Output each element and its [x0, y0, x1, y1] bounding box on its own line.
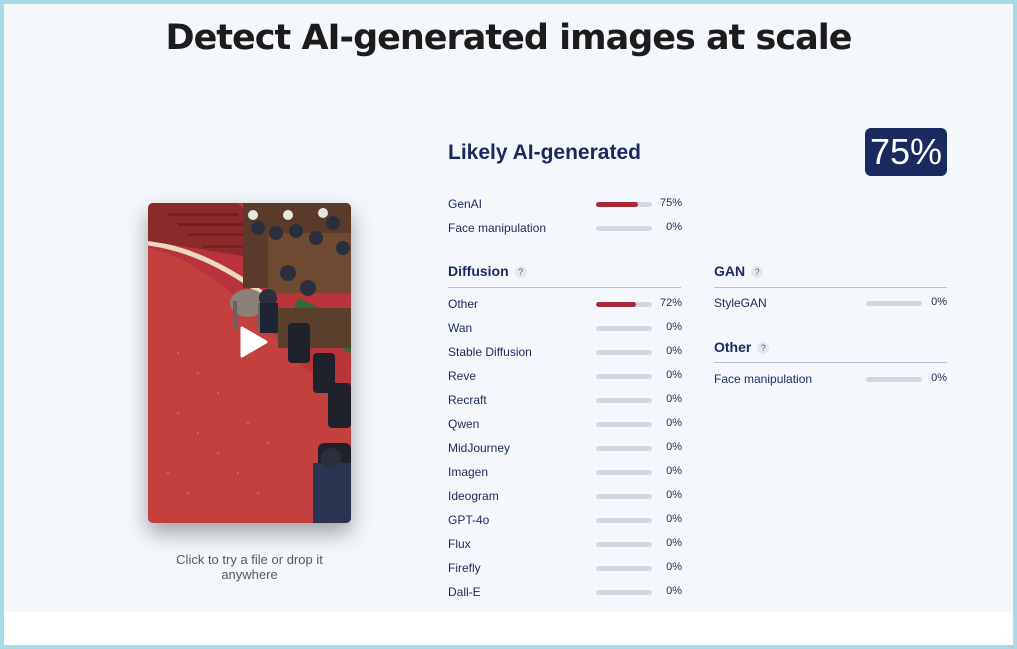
result-title: Likely AI-generated — [448, 141, 641, 164]
score-row: StyleGAN 0% — [714, 296, 947, 312]
score-bar — [866, 377, 922, 382]
score-label: GPT-4o — [448, 513, 490, 527]
score-percent: 0% — [666, 321, 682, 333]
score-bar-fill — [596, 302, 637, 307]
score-row: GenAI 75% — [448, 197, 682, 213]
score-label: StyleGAN — [714, 296, 767, 310]
score-percent: 0% — [666, 489, 682, 501]
score-bar — [866, 301, 922, 306]
score-label: Face manipulation — [448, 221, 547, 235]
diffusion-heading: Diffusion? — [448, 263, 527, 279]
uploaded-video-thumbnail[interactable] — [148, 203, 351, 523]
play-icon[interactable] — [236, 325, 270, 359]
score-label: GenAI — [448, 197, 483, 211]
score-label: Firefly — [448, 561, 481, 575]
score-percent: 0% — [666, 393, 682, 405]
page-headline: Detect AI-generated images at scale — [165, 18, 853, 58]
score-bar — [596, 326, 652, 331]
score-row: Ideogram 0% — [448, 489, 682, 505]
other-heading: Other? — [714, 339, 770, 355]
gan-divider — [714, 287, 947, 288]
score-label: Reve — [448, 369, 477, 383]
score-label: MidJourney — [448, 441, 511, 455]
score-percent: 0% — [666, 537, 682, 549]
score-label: Stable Diffusion — [448, 345, 532, 359]
gan-heading: GAN? — [714, 263, 764, 279]
score-percent: 0% — [666, 441, 682, 453]
score-bar-fill — [596, 202, 638, 207]
score-percent: 0% — [666, 221, 682, 233]
diffusion-title: Diffusion — [448, 263, 509, 279]
score-row: MidJourney 0% — [448, 441, 682, 457]
score-row: Qwen 0% — [448, 417, 682, 433]
score-label: Wan — [448, 321, 473, 335]
score-percent: 0% — [666, 345, 682, 357]
score-bar — [596, 302, 652, 307]
score-label: Face manipulation — [714, 372, 813, 386]
score-label: Other — [448, 297, 479, 311]
score-bar — [596, 226, 652, 231]
score-label: Imagen — [448, 465, 489, 479]
score-bar — [596, 518, 652, 523]
score-row: Imagen 0% — [448, 465, 682, 481]
other-title: Other — [714, 339, 752, 355]
score-row: Dall-E 0% — [448, 585, 682, 601]
score-bar — [596, 590, 652, 595]
video-frame-image — [148, 203, 351, 523]
score-row: Recraft 0% — [448, 393, 682, 409]
score-row: Reve 0% — [448, 369, 682, 385]
score-row: Face manipulation 0% — [448, 221, 682, 237]
score-row: Other 72% — [448, 297, 682, 313]
other-divider — [714, 362, 947, 363]
score-percent: 0% — [931, 296, 947, 308]
score-percent: 0% — [666, 585, 682, 597]
score-bar — [596, 446, 652, 451]
score-percent: 0% — [666, 561, 682, 573]
score-percent: 0% — [666, 465, 682, 477]
score-bar — [596, 398, 652, 403]
score-bar — [596, 470, 652, 475]
gan-title: GAN — [714, 263, 746, 279]
help-icon[interactable]: ? — [514, 266, 527, 278]
score-row: Stable Diffusion 0% — [448, 345, 682, 361]
score-row: Firefly 0% — [448, 561, 682, 577]
score-label: Recraft — [448, 393, 487, 407]
score-percent: 75% — [659, 197, 682, 209]
score-row: GPT-4o 0% — [448, 513, 682, 529]
score-row: Face manipulation 0% — [714, 372, 947, 388]
diffusion-divider — [448, 287, 681, 288]
score-row: Flux 0% — [448, 537, 682, 553]
score-percent: 0% — [666, 417, 682, 429]
score-row: Wan 0% — [448, 321, 682, 337]
score-percent: 0% — [931, 372, 947, 384]
score-bar — [596, 374, 652, 379]
score-label: Dall-E — [448, 585, 481, 599]
score-bar — [596, 422, 652, 427]
score-percent: 0% — [666, 513, 682, 525]
score-label: Flux — [448, 537, 471, 551]
score-bar — [596, 350, 652, 355]
score-bar — [596, 494, 652, 499]
upload-hint[interactable]: Click to try a file or drop it anywhere — [148, 552, 351, 582]
score-bar — [596, 566, 652, 571]
help-icon[interactable]: ? — [751, 266, 764, 278]
score-label: Qwen — [448, 417, 480, 431]
help-icon[interactable]: ? — [757, 342, 770, 354]
score-bar — [596, 202, 652, 207]
score-label: Ideogram — [448, 489, 499, 503]
score-badge: 75% — [865, 128, 947, 176]
score-bar — [596, 542, 652, 547]
score-percent: 0% — [666, 369, 682, 381]
score-percent: 72% — [659, 297, 682, 309]
